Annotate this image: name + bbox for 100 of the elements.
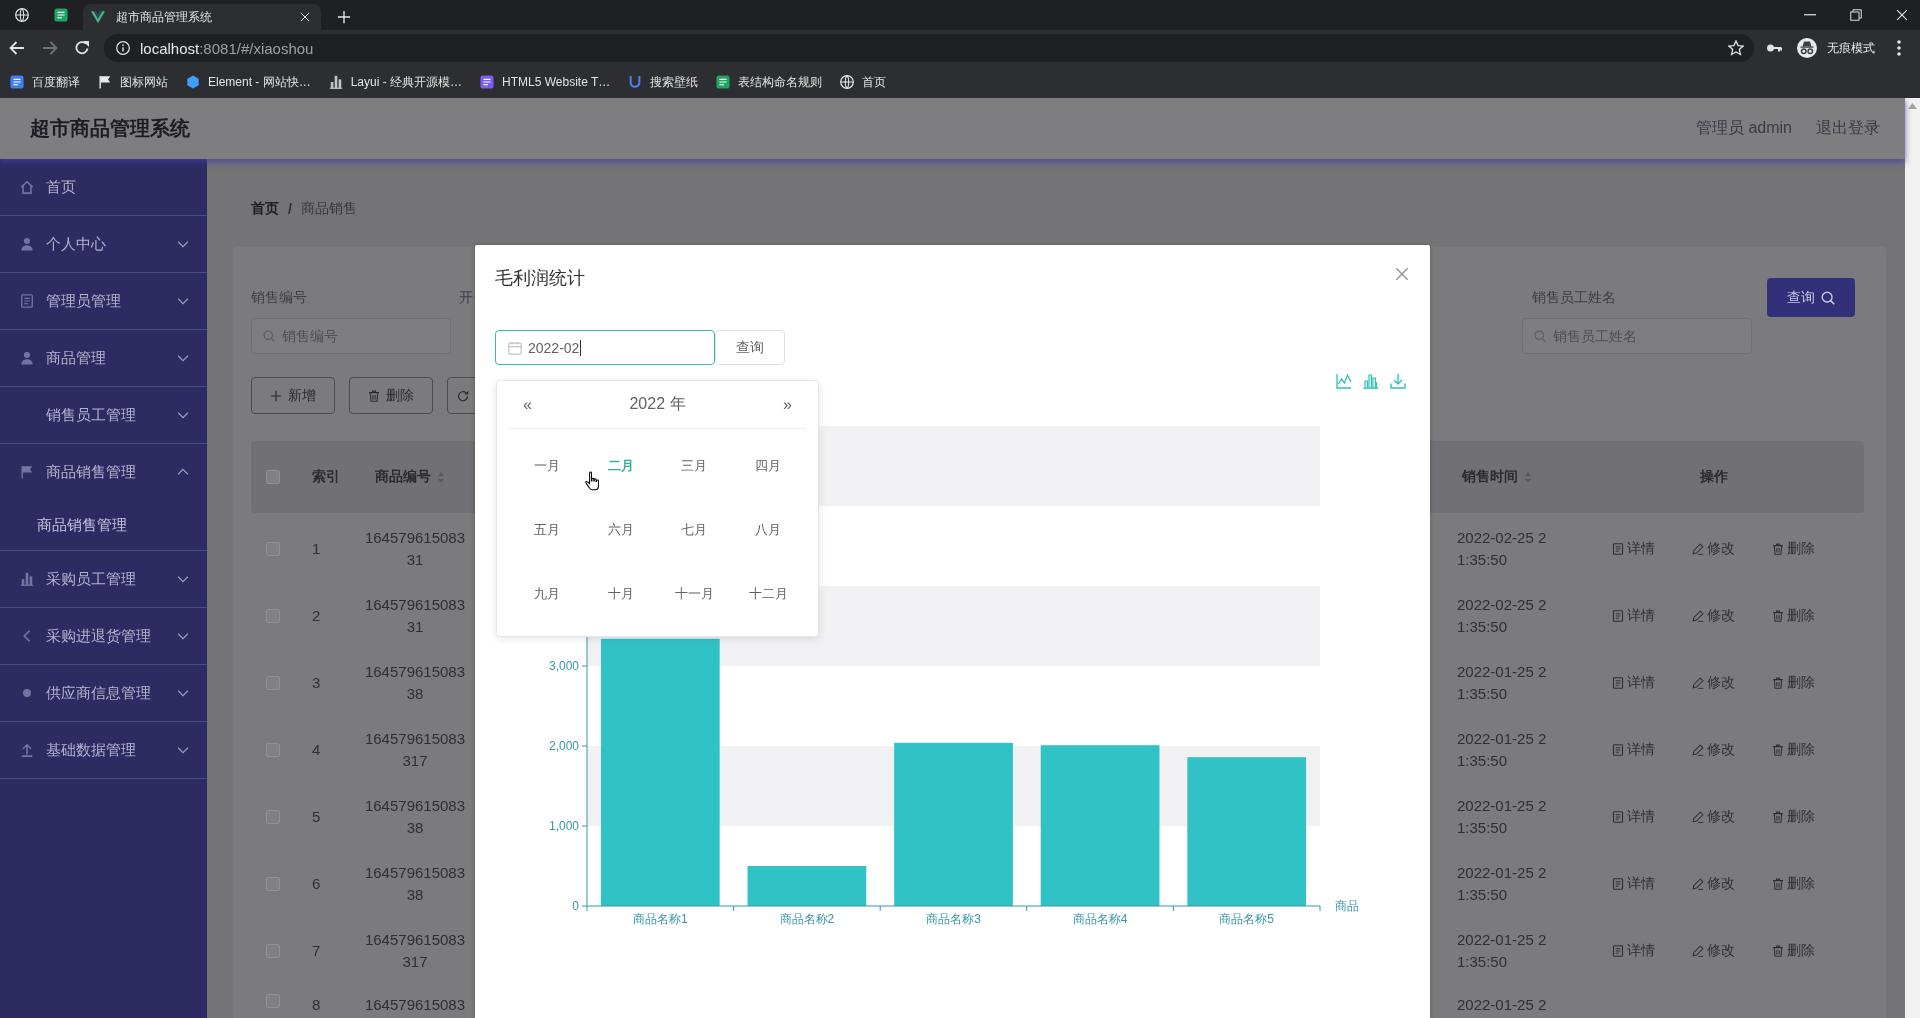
table-cell-text: 16457961508331 xyxy=(363,527,467,570)
document-icon xyxy=(20,294,34,308)
info-icon[interactable] xyxy=(116,41,130,55)
line-chart-icon[interactable] xyxy=(1336,373,1352,389)
bookmark[interactable]: Element - 网站快… xyxy=(186,73,311,91)
year-label: 2022 年 xyxy=(629,394,686,414)
table-cell-text: 16457961508338 xyxy=(363,795,467,838)
sidebar-item[interactable]: 供应商信息管理 xyxy=(0,665,207,721)
delete-link[interactable]: 删除 xyxy=(1772,673,1815,692)
month-cell[interactable]: 十二月 xyxy=(748,585,788,603)
delete-link[interactable]: 删除 xyxy=(1772,539,1815,558)
sidebar-item[interactable]: 基础数据管理 xyxy=(0,722,207,778)
detail-link[interactable]: 详情 xyxy=(1612,740,1655,759)
incognito-icon xyxy=(1797,38,1817,58)
checkbox[interactable] xyxy=(266,470,280,484)
next-year-button[interactable]: » xyxy=(783,395,792,414)
delete-button[interactable]: 删除 xyxy=(349,377,433,414)
field-label: 销售员工姓名 xyxy=(1532,288,1617,307)
bookmark[interactable]: 百度翻译 xyxy=(10,73,80,91)
globe-icon xyxy=(840,75,855,89)
detail-link[interactable]: 详情 xyxy=(1612,673,1655,692)
delete-link[interactable]: 删除 xyxy=(1772,874,1815,893)
search-icon xyxy=(263,330,275,342)
detail-link[interactable]: 详情 xyxy=(1612,606,1655,625)
sidebar-item[interactable]: 个人中心 xyxy=(0,216,207,272)
month-cell[interactable]: 四月 xyxy=(755,457,782,475)
sidebar-subitem[interactable]: 商品销售管理 xyxy=(0,500,207,550)
delete-link[interactable]: 删除 xyxy=(1772,807,1815,826)
scroll-up-icon[interactable] xyxy=(1908,103,1917,109)
edit-link[interactable]: 修改 xyxy=(1692,941,1735,960)
bookmark[interactable]: 首页 xyxy=(840,73,887,91)
column-header: 索引 xyxy=(312,468,340,486)
delete-link[interactable]: 删除 xyxy=(1772,740,1815,759)
browser-tab[interactable]: 超市商品管理系统 xyxy=(83,4,321,30)
sidebar-item[interactable]: 管理员管理 xyxy=(0,273,207,329)
detail-link[interactable]: 详情 xyxy=(1612,539,1655,558)
edit-link[interactable]: 修改 xyxy=(1692,740,1735,759)
detail-link[interactable]: 详情 xyxy=(1612,874,1655,893)
field-label: 开 xyxy=(459,288,473,307)
month-cell[interactable]: 十一月 xyxy=(674,585,714,603)
download-icon[interactable] xyxy=(1390,373,1406,389)
month-cell[interactable]: 七月 xyxy=(681,521,708,539)
hand-cursor-icon xyxy=(585,471,600,491)
month-cell[interactable]: 五月 xyxy=(533,521,560,539)
sort-icon[interactable] xyxy=(1525,471,1531,483)
edit-link[interactable]: 修改 xyxy=(1692,807,1735,826)
delete-link[interactable]: 删除 xyxy=(1772,606,1815,625)
bookmark[interactable]: 搜索壁纸 xyxy=(628,73,699,91)
sort-icon[interactable] xyxy=(438,471,444,483)
sidebar-item[interactable]: 商品销售管理 xyxy=(0,444,207,500)
trash-icon xyxy=(1772,810,1784,823)
previous-year-button[interactable]: « xyxy=(523,395,532,414)
detail-link[interactable]: 详情 xyxy=(1612,807,1655,826)
bookmark[interactable]: 表结构命名规则 xyxy=(716,73,823,91)
edit-link[interactable]: 修改 xyxy=(1692,539,1735,558)
sidebar-item[interactable]: 首页 xyxy=(0,159,207,215)
profile-button[interactable]: 无痕模式 xyxy=(1797,38,1875,58)
query-button[interactable]: 查询 xyxy=(1767,278,1855,317)
address-bar[interactable]: localhost:8081/#/xiaoshou xyxy=(104,34,1754,62)
trash-icon xyxy=(368,389,380,402)
month-cell[interactable]: 八月 xyxy=(755,521,782,539)
forward-icon[interactable] xyxy=(42,40,58,56)
menu-icon[interactable] xyxy=(1897,40,1901,56)
month-cell[interactable]: 六月 xyxy=(607,521,634,539)
month-cell[interactable]: 十月 xyxy=(607,585,634,603)
upload-icon xyxy=(20,743,34,757)
month-cell[interactable]: 一月 xyxy=(533,457,560,475)
sidebar-item[interactable]: 商品管理 xyxy=(0,330,207,386)
sidebar-item[interactable]: 采购员工管理 xyxy=(0,551,207,607)
edit-link[interactable]: 修改 xyxy=(1692,874,1735,893)
bookmark[interactable]: 图标网站 xyxy=(98,73,168,91)
table-cell-text: 2022-01-25 21:35:50 xyxy=(1457,862,1548,905)
home-icon xyxy=(20,180,34,194)
column-header: 操作 xyxy=(1699,468,1728,486)
bookmark[interactable]: Layui - 经典开源模… xyxy=(328,73,463,91)
sidebar-item[interactable]: 销售员工管理 xyxy=(0,387,207,443)
globe-icon[interactable] xyxy=(15,8,29,22)
bar-chart-icon[interactable] xyxy=(1363,373,1379,389)
edit-link[interactable]: 修改 xyxy=(1692,606,1735,625)
edit-link[interactable]: 修改 xyxy=(1692,673,1735,692)
new-tab-icon[interactable] xyxy=(337,10,351,24)
detail-link[interactable]: 详情 xyxy=(1612,941,1655,960)
back-icon[interactable] xyxy=(9,40,25,56)
reload-icon[interactable] xyxy=(74,40,90,56)
sidebar-item[interactable]: 采购进退货管理 xyxy=(0,608,207,664)
date-field[interactable]: 2022-02 xyxy=(495,330,715,365)
table-cell: 1 xyxy=(312,539,321,557)
query-button[interactable]: 查询 xyxy=(715,330,785,365)
restore-icon[interactable] xyxy=(1850,9,1862,21)
scrollbar-track[interactable] xyxy=(1905,98,1920,1018)
star-icon[interactable] xyxy=(1728,40,1744,56)
month-cell[interactable]: 九月 xyxy=(533,585,560,603)
table-cell-text: 164579615083317 xyxy=(363,929,467,972)
add-button[interactable]: 新增 xyxy=(251,377,335,414)
bookmark[interactable]: HTML5 Website T… xyxy=(480,75,611,89)
minimize-icon[interactable] xyxy=(1804,14,1816,16)
delete-link[interactable]: 删除 xyxy=(1772,941,1815,960)
month-cell[interactable]: 三月 xyxy=(681,457,708,475)
breadcrumb-link[interactable]: 首页 xyxy=(251,200,279,218)
tile-icon[interactable] xyxy=(53,8,68,22)
